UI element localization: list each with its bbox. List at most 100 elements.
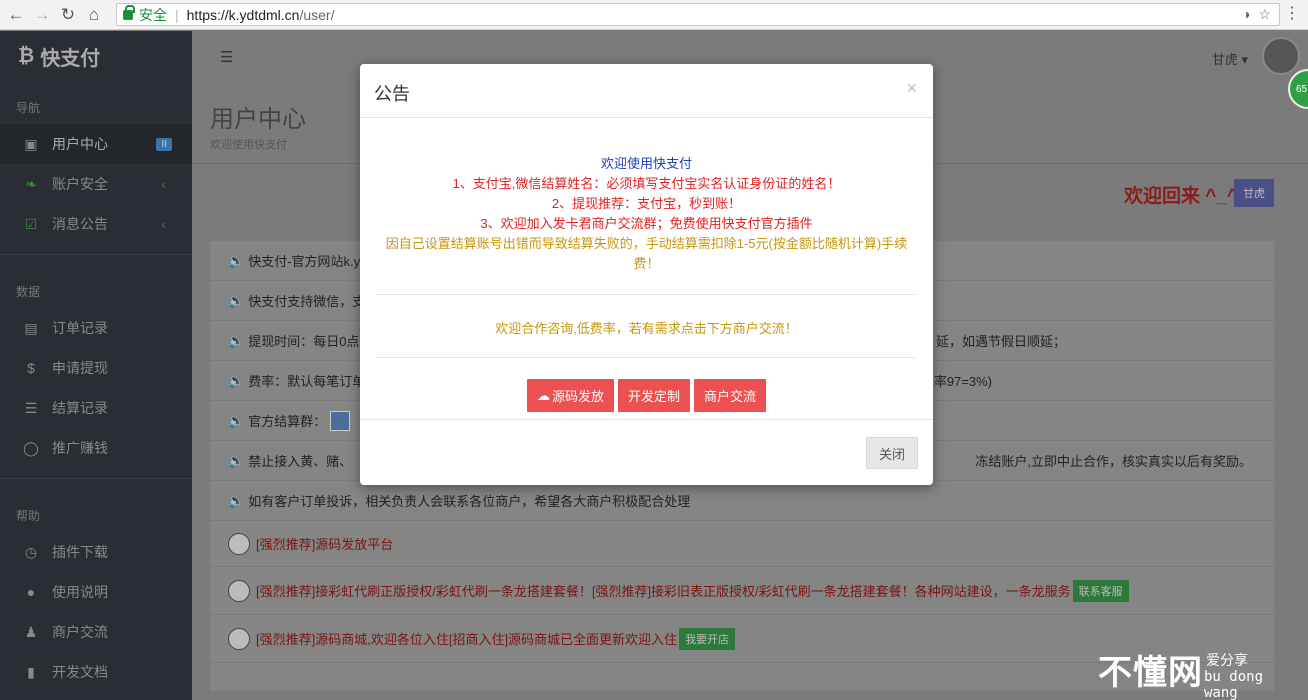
secure-label: 安全: [139, 6, 167, 23]
brand-name: 快支付: [40, 47, 101, 70]
sidebar-item-instructions[interactable]: ● 使用说明: [0, 572, 192, 612]
contact-support-button[interactable]: 联系客服: [1072, 579, 1129, 602]
home-icon[interactable]: ⌂: [81, 2, 107, 28]
site-settings-icon[interactable]: ◑: [1242, 6, 1250, 23]
exit-button[interactable]: 甘虎: [1234, 179, 1274, 207]
watermark: 不懂网 爱分享 bu dong wang: [1098, 645, 1298, 700]
merchant-chat-button[interactable]: 商户交流: [694, 379, 767, 412]
info-icon: ●: [26, 584, 36, 600]
list-item[interactable]: [强烈推荐]接彩虹代刷正版授权/彩虹代刷一条龙搭建套餐！[强烈推荐]接彩旧表正版…: [210, 567, 1274, 615]
check-mail-icon: ☑: [24, 215, 38, 232]
source-release-button[interactable]: ☁ 源码发放: [526, 379, 614, 412]
url-path: /user/: [299, 6, 335, 23]
notice-text: 官方结算群：: [248, 414, 327, 429]
sidebar-item-label: 推广赚钱: [52, 440, 108, 456]
notice-text: 禁止接入黄、赌、: [248, 454, 353, 469]
modal-divider: [376, 357, 917, 358]
sidebar-item-label: 使用说明: [52, 584, 108, 600]
button-label: 源码发放: [551, 389, 604, 404]
sidebar-item-account-security[interactable]: ❧ 账户安全 ‹: [0, 164, 192, 204]
notice-tail: 冻结账户,立即中止合作，核实真实以后有奖励。: [975, 454, 1252, 469]
qq-group-icon[interactable]: [330, 410, 351, 431]
sidebar-item-label: 订单记录: [52, 320, 108, 336]
sidebar-item-settlements[interactable]: ☰ 结算记录: [0, 388, 192, 428]
sidebar-divider: [0, 254, 192, 255]
forward-arrow-icon[interactable]: →: [29, 2, 55, 28]
open-shop-button[interactable]: 我要开店: [679, 627, 736, 650]
rule-line-1: 1、支付宝,微信结算姓名：必须填写支付宝实名认证身份证的姓名！: [452, 176, 841, 191]
rule-line-2: 2、提现推荐：支付宝，秒到账！: [551, 196, 742, 211]
notice-tail: 率97=3%): [933, 374, 992, 389]
watermark-slogan: 爱分享: [1206, 652, 1248, 668]
brand[interactable]: ₿ 快支付: [0, 31, 192, 81]
sidebar-item-label: 开发文档: [52, 664, 108, 680]
list-item[interactable]: [强烈推荐]源码发放平台: [210, 521, 1274, 567]
chevron-left-icon: ‹: [161, 216, 166, 232]
sidebar-section-nav: 导航: [16, 101, 41, 115]
watermark-pinyin: bu dong wang: [1204, 669, 1264, 700]
sidebar-badge: II: [156, 137, 172, 151]
sidebar-item-plugin-download[interactable]: ◷ 插件下载: [0, 532, 192, 572]
watermark-main: 不懂网: [1098, 654, 1203, 692]
menu-toggle-icon[interactable]: ☰: [220, 48, 233, 66]
sidebar-item-label: 插件下载: [52, 544, 108, 560]
sidebar-item-announcements[interactable]: ☑ 消息公告 ‹: [0, 204, 192, 244]
reload-icon[interactable]: ↻: [55, 2, 81, 28]
address-bar[interactable]: 安全 | https://k.ydtdml.cn/user/ ◑ ☆: [116, 3, 1280, 26]
user-dropdown[interactable]: 甘虎 ▾: [1212, 49, 1248, 68]
bookmark-star-icon[interactable]: ☆: [1258, 6, 1271, 23]
cooperation-line: 欢迎合作咨询,低费率，若有需求点击下方商户交流！: [495, 321, 798, 336]
page-title: 用户中心: [210, 106, 306, 133]
book-icon: ▮: [27, 663, 35, 680]
modal-title: 公告: [374, 84, 410, 104]
sidebar-item-label: 用户中心: [52, 136, 108, 152]
tag-icon: ◯: [23, 439, 39, 456]
speaker-icon: 🔈: [228, 412, 245, 428]
sidebar-section-help: 帮助: [16, 509, 41, 523]
url-host: https://k.ydtdml.cn: [186, 6, 300, 23]
page-header: 用户中心 欢迎使用快支付: [210, 99, 306, 152]
modal-divider: [376, 294, 917, 295]
leaf-icon: ❧: [25, 175, 37, 192]
sidebar-item-label: 账户安全: [52, 176, 108, 192]
speaker-icon: 🔈: [228, 332, 245, 348]
emoji-face-icon: [228, 579, 250, 602]
browser-toolbar: ← → ↻ ⌂ 安全 | https://k.ydtdml.cn/user/ ◑…: [0, 0, 1308, 30]
modal-actions: ☁ 源码发放 开发定制 商户交流: [360, 379, 933, 412]
notice-text: [强烈推荐]接彩虹代刷正版授权/彩虹代刷一条龙搭建套餐！[强烈推荐]接彩旧表正版…: [256, 584, 1071, 599]
sidebar-item-label: 结算记录: [52, 400, 108, 416]
announcement-lines: 欢迎使用快支付 1、支付宝,微信结算姓名：必须填写支付宝实名认证身份证的姓名！ …: [360, 154, 933, 274]
notice-text: 快支付-官方网站k.yd: [248, 254, 368, 269]
browser-menu-icon[interactable]: ⋮: [1284, 6, 1300, 22]
lock-icon: [123, 4, 135, 20]
sidebar-item-orders[interactable]: ▤ 订单记录: [0, 308, 192, 348]
back-arrow-icon[interactable]: ←: [3, 2, 29, 28]
download-icon: ◷: [24, 543, 38, 560]
close-icon[interactable]: ×: [906, 78, 917, 99]
modal-body: 欢迎使用快支付 1、支付宝,微信结算姓名：必须填写支付宝实名认证身份证的姓名！ …: [360, 119, 933, 412]
close-button[interactable]: 关闭: [866, 437, 918, 469]
modal-footer: 关闭: [360, 419, 933, 485]
speaker-icon: 🔈: [228, 452, 245, 468]
emoji-face-icon: [228, 532, 250, 555]
sidebar-item-user-center[interactable]: ▣ 用户中心 II: [0, 124, 192, 164]
sidebar-item-dev-docs[interactable]: ▮ 开发文档: [0, 652, 192, 692]
avatar[interactable]: [1262, 37, 1300, 75]
notice-text: 提现时间：每日0点: [248, 334, 360, 349]
dollar-icon: $: [27, 360, 35, 376]
custom-dev-button[interactable]: 开发定制: [617, 379, 690, 412]
sidebar: ₿ 快支付 导航 ▣ 用户中心 II ❧ 账户安全 ‹ ☑ 消息公告 ‹ 数据 …: [0, 31, 192, 700]
welcome-line: 欢迎使用快支付: [600, 156, 692, 171]
notice-text: 费率：默认每笔订单: [248, 374, 366, 389]
bitcoin-icon: ₿: [18, 44, 35, 67]
sidebar-item-merchant-chat[interactable]: ♟ 商户交流: [0, 612, 192, 652]
sidebar-item-promotion[interactable]: ◯ 推广赚钱: [0, 428, 192, 468]
list-icon: ▤: [24, 319, 38, 336]
cloud-download-icon: ☁: [536, 387, 550, 403]
modal-header: 公告 ×: [360, 64, 933, 118]
speaker-icon: 🔈: [228, 492, 245, 508]
desktop-icon: ▣: [24, 135, 38, 152]
list-item: 🔈 如有客户订单投诉，相关负责人会联系各位商户，希望各大商户积极配合处理: [210, 481, 1274, 521]
sidebar-item-withdraw[interactable]: $ 申请提现: [0, 348, 192, 388]
fee-notice-line: 因自己设置结算账号出错而导致结算失败的，手动结算需扣除1-5元(按金额比随机计算…: [385, 236, 908, 271]
